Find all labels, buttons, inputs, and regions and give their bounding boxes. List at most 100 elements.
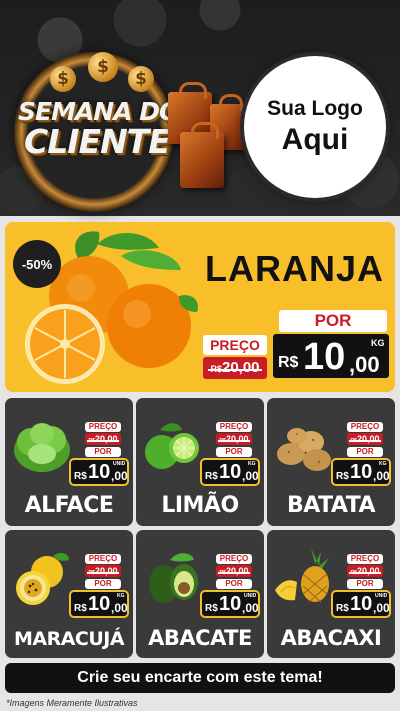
price-label-text: PREÇO [210,337,260,353]
header-banner: $ $ $ SEMANA DO CLIENTE Sua Logo Aqui [0,0,400,216]
por-label: POR [216,579,252,589]
price-label: PREÇO [216,554,252,564]
new-price: R$ 10 ,00 KG [200,458,260,486]
dollar-coin-icon: $ [88,52,118,82]
old-price: R$20,00 [347,433,383,445]
lime-icon [145,423,199,469]
old-currency: R$ [210,364,222,374]
product-card[interactable]: PREÇO R$20,00 POR R$ 10 ,00 UNID ABACAXI [267,530,395,658]
price-integer: 10 [303,336,346,378]
old-price-value: 20,00 [356,434,380,444]
featured-product-laranja[interactable]: -50% LARANJA POR PREÇO R$20,00 R$ 10 ,00… [5,222,395,392]
currency-symbol: R$ [205,471,218,482]
dollar-coin-icon: $ [50,66,76,92]
new-price: R$ 10 ,00 KG [331,458,391,486]
logo-text-line2: Aqui [281,123,349,156]
price-unit: KG [379,461,387,467]
price-unit: KG [248,461,256,467]
price-label-text: PREÇO [219,422,249,431]
product-name: LIMÃO [161,493,239,518]
new-price: R$ 10 ,00 KG [69,590,129,618]
price-decimal: ,00 [373,469,390,483]
product-name: MARACUJÁ [13,628,125,650]
logo-text-line1: Sua Logo [267,97,363,120]
product-card[interactable]: PREÇO R$20,00 POR R$ 10 ,00 KG LIMÃO [136,398,264,526]
avocado-icon [149,553,198,603]
price-label: PREÇO [203,335,267,355]
product-name: ABACAXI [280,626,382,650]
product-name: LARANJA [205,248,385,289]
price-decimal: ,00 [349,352,380,377]
por-label: POR [347,579,383,589]
old-price: R$20,00 [216,565,252,577]
new-price: R$ 10 ,00 KG [271,332,391,380]
price-decimal: ,00 [111,601,128,615]
price-label: PREÇO [85,554,121,564]
price-label-text: PREÇO [350,554,380,563]
potato-icon [277,428,331,471]
price-decimal: ,00 [373,601,390,615]
dollar-coin-icon: $ [128,66,154,92]
old-price-value: 20,00 [221,359,260,376]
por-label: POR [85,579,121,589]
new-price: R$ 10 ,00 UNID [331,590,391,618]
currency-symbol: R$ [278,354,299,371]
currency-symbol: R$ [74,471,87,482]
price-decimal: ,00 [242,601,259,615]
dollar-symbol: $ [135,69,147,89]
currency-symbol: R$ [205,603,218,614]
price-integer: 10 [219,461,242,483]
price-label: PREÇO [85,422,121,432]
cta-button[interactable]: Crie seu encarte com este tema! [5,663,395,693]
product-name: ABACATE [148,626,252,650]
por-label: POR [216,447,252,457]
price-unit: KG [117,593,125,599]
price-integer: 10 [350,461,373,483]
pineapple-icon [275,548,329,603]
old-price-value: 20,00 [94,434,118,444]
new-price: R$ 10 ,00 UNID [69,458,129,486]
por-label: POR [279,310,387,332]
old-price: R$20,00 [85,433,121,445]
logo-placeholder[interactable]: Sua Logo Aqui [244,56,386,198]
old-price: R$20,00 [85,565,121,577]
product-card[interactable]: PREÇO R$20,00 POR R$ 10 ,00 KG MARACUJÁ [5,530,133,658]
price-unit: UNID [244,593,257,599]
price-decimal: ,00 [111,469,128,483]
currency-symbol: R$ [336,603,349,614]
old-price: R$20,00 [347,565,383,577]
old-price: R$20,00 [216,433,252,445]
price-label-text: PREÇO [88,422,118,431]
currency-symbol: R$ [336,471,349,482]
currency-symbol: R$ [74,603,87,614]
price-unit: KG [371,338,385,348]
product-name: ALFACE [24,493,114,518]
shopping-bag-icon [180,122,224,188]
price-label: PREÇO [347,422,383,432]
footnote: *Imagens Meramente Ilustrativas [6,698,138,708]
product-card[interactable]: PREÇO R$20,00 POR R$ 10 ,00 KG BATATA [267,398,395,526]
price-label: PREÇO [216,422,252,432]
old-price-value: 20,00 [225,434,249,444]
campaign-title-line2: CLIENTE [24,122,171,161]
old-price-value: 20,00 [225,566,249,576]
price-unit: UNID [375,593,388,599]
discount-badge: -50% [13,240,61,288]
price-integer: 10 [88,593,111,615]
passion-fruit-icon [16,553,69,605]
price-unit: UNID [113,461,126,467]
product-card[interactable]: PREÇO R$20,00 POR R$ 10 ,00 UNID ABACATE [136,530,264,658]
price-integer: 10 [219,593,242,615]
price-label-text: PREÇO [219,554,249,563]
price-integer: 10 [350,593,373,615]
por-label: POR [347,447,383,457]
price-label-text: PREÇO [88,554,118,563]
new-price: R$ 10 ,00 UNID [200,590,260,618]
old-price: R$20,00 [203,357,267,379]
product-card[interactable]: PREÇO R$20,00 POR R$ 10 ,00 UNID ALFACE [5,398,133,526]
old-price-value: 20,00 [356,566,380,576]
lettuce-icon [14,423,70,472]
por-label: POR [85,447,121,457]
price-integer: 10 [88,461,111,483]
price-label: PREÇO [347,554,383,564]
